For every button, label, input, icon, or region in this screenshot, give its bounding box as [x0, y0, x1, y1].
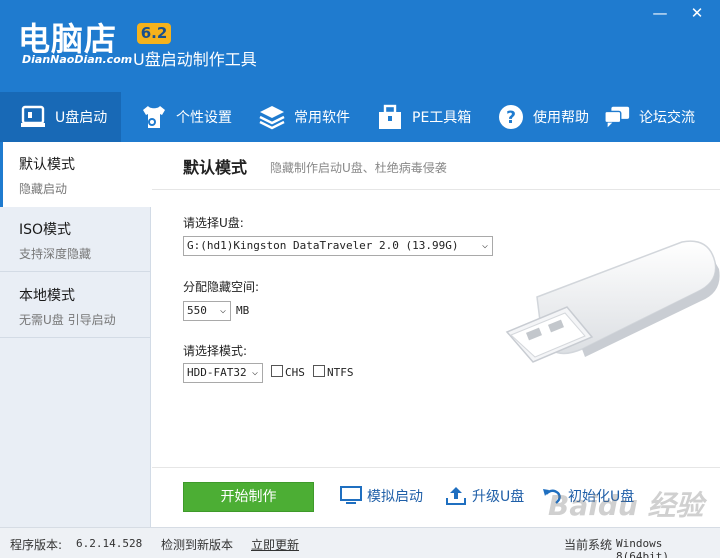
page-title: 默认模式 — [183, 158, 248, 177]
upload-icon — [445, 486, 467, 506]
tab-usb-boot[interactable]: U盘启动 — [0, 92, 121, 142]
sidebar-item-title: 默认模式 — [19, 157, 75, 173]
tab-forum[interactable]: 论坛交流 — [589, 92, 720, 142]
toolbox-icon — [376, 103, 404, 131]
close-button[interactable]: ✕ — [686, 4, 708, 22]
simulate-boot-label: 模拟启动 — [367, 489, 423, 505]
tab-label: 常用软件 — [294, 110, 350, 126]
usb-drive-illustration — [497, 237, 720, 376]
sidebar-item-subtitle: 无需U盘 引导启动 — [19, 313, 116, 327]
help-icon: ? — [497, 103, 525, 131]
layers-icon — [258, 103, 286, 131]
chevron-down-icon: ⌵ — [251, 367, 258, 378]
tab-personalize[interactable]: 个性设置 — [121, 92, 239, 142]
page-description: 隐藏制作启动U盘、杜绝病毒侵袭 — [270, 161, 447, 175]
upgrade-usb-label: 升级U盘 — [472, 489, 525, 505]
partition-size-select[interactable]: 550 ⌵ — [183, 301, 231, 321]
version-badge: 6.2 — [137, 23, 171, 44]
tab-label: PE工具箱 — [412, 110, 472, 126]
select-disk-label: 请选择U盘: — [183, 216, 244, 230]
tab-help[interactable]: ? 使用帮助 — [478, 92, 589, 142]
brand-domain: DianNaoDian.com — [22, 53, 133, 66]
start-make-button[interactable]: 开始制作 — [183, 482, 314, 512]
tab-software[interactable]: 常用软件 — [239, 92, 358, 142]
version-value: 6.2.14.528 — [76, 537, 143, 550]
sidebar-item-subtitle: 隐藏启动 — [19, 182, 68, 196]
svg-text:?: ? — [506, 108, 516, 128]
upgrade-usb-button[interactable]: 升级U盘 — [445, 486, 524, 506]
monitor-icon — [340, 486, 362, 506]
minimize-button[interactable]: — — [649, 4, 671, 22]
chevron-down-icon: ⌵ — [481, 240, 488, 251]
sidebar-item-local-mode[interactable]: 本地模式 无需U盘 引导启动 — [0, 273, 151, 338]
version-label: 程序版本: — [10, 538, 63, 552]
chevron-down-icon: ⌵ — [219, 305, 226, 316]
panel-header: 默认模式 隐藏制作启动U盘、杜绝病毒侵袭 — [152, 142, 720, 190]
ntfs-checkbox[interactable] — [313, 365, 325, 377]
partition-label: 分配隐藏空间: — [183, 280, 260, 294]
os-value: Windows 8(64bit) — [616, 537, 669, 558]
sidebar-item-title: 本地模式 — [19, 288, 75, 304]
disk-select-value: G:(hd1)Kingston DataTraveler 2.0 (13.99G… — [187, 239, 459, 252]
sidebar-item-iso-mode[interactable]: ISO模式 支持深度隐藏 — [0, 207, 151, 272]
chs-label: CHS — [285, 366, 305, 379]
chs-checkbox[interactable] — [271, 365, 283, 377]
mode-sidebar: 默认模式 隐藏启动 ISO模式 支持深度隐藏 本地模式 无需U盘 引导启动 — [0, 142, 152, 527]
tab-label: 论坛交流 — [639, 110, 695, 126]
baidu-watermark: Baidu 经验 — [548, 489, 704, 522]
partition-size-value: 550 — [187, 304, 207, 317]
usb-drive-icon — [19, 103, 47, 131]
main-tabs: U盘启动 个性设置 常用软件 PE工具箱 ? 使用帮助 论坛交流 — [0, 92, 720, 142]
app-slogan: U盘启动制作工具 — [133, 50, 257, 69]
tab-pe-toolbox[interactable]: PE工具箱 — [358, 92, 478, 142]
tab-label: 使用帮助 — [533, 110, 589, 126]
main-panel: 默认模式 隐藏制作启动U盘、杜绝病毒侵袭 请选择U盘: G:(hd1)Kings… — [152, 142, 720, 527]
tshirt-gear-icon — [140, 103, 168, 131]
sidebar-item-subtitle: 支持深度隐藏 — [19, 247, 92, 261]
app-header: 电脑店 6.2 DianNaoDian.com U盘启动制作工具 — ✕ U盘启… — [0, 0, 720, 142]
chat-icon — [603, 103, 631, 131]
simulate-boot-button[interactable]: 模拟启动 — [340, 486, 423, 506]
update-notice: 检测到新版本 — [161, 538, 234, 552]
update-now-link[interactable]: 立即更新 — [251, 536, 299, 553]
os-label: 当前系统 — [564, 538, 613, 552]
status-bar: 程序版本: 6.2.14.528 检测到新版本 立即更新 当前系统 Window… — [0, 527, 720, 558]
sidebar-item-title: ISO模式 — [19, 222, 72, 238]
tab-label: 个性设置 — [176, 110, 232, 126]
disk-select[interactable]: G:(hd1)Kingston DataTraveler 2.0 (13.99G… — [183, 236, 493, 256]
ntfs-label: NTFS — [327, 366, 354, 379]
partition-unit: MB — [236, 304, 250, 317]
mode-select-value: HDD-FAT32 — [187, 366, 247, 379]
sidebar-item-default-mode[interactable]: 默认模式 隐藏启动 — [0, 142, 152, 207]
mode-label: 请选择模式: — [183, 344, 248, 358]
mode-select[interactable]: HDD-FAT32 ⌵ — [183, 363, 263, 383]
tab-label: U盘启动 — [55, 110, 108, 126]
